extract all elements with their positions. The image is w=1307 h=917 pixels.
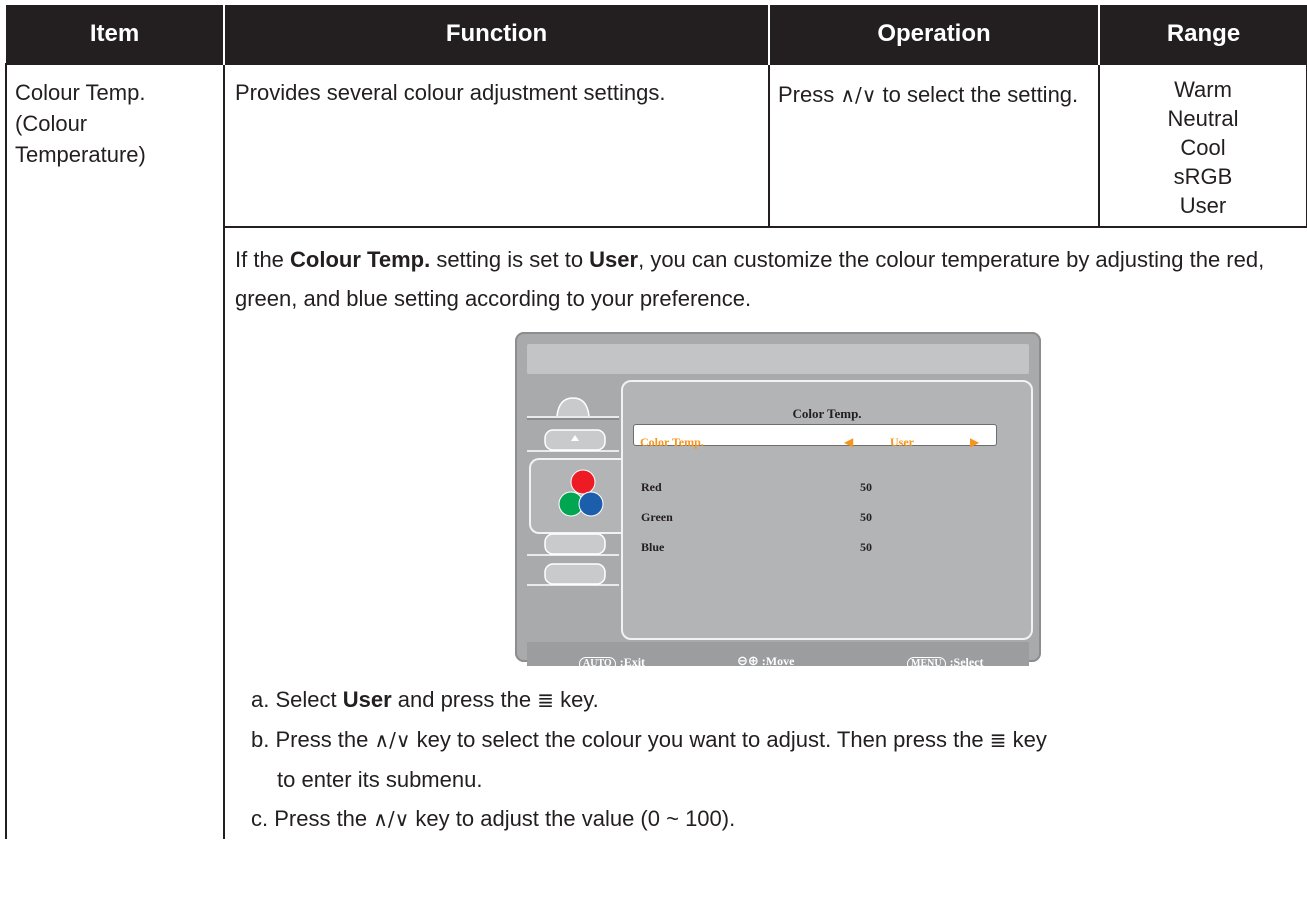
osd-select-hint: MENU:Select	[907, 647, 984, 678]
menu-key-icon: MENU	[907, 657, 946, 671]
range-value: Warm	[1174, 77, 1232, 102]
function-cell: Provides several colour adjustment setti…	[223, 63, 770, 228]
menu-key-icon: ≣	[537, 688, 554, 712]
minus-plus-icon: ⊖⊕	[737, 654, 759, 669]
osd-selected-value: User	[890, 435, 914, 449]
list-item: b. Press the ∧/∨ key to select the colou…	[251, 720, 1307, 760]
exit-label: :Exit	[619, 655, 646, 669]
move-label: :Move	[761, 654, 795, 668]
osd-row-value: 50	[860, 510, 872, 524]
osd-selected-label: Color Temp.	[640, 435, 704, 449]
image-tab-icon	[527, 429, 619, 452]
steps-list: a. Select User and press the ≣ key. b. P…	[251, 680, 1307, 839]
function-text: Provides several colour adjustment setti…	[235, 80, 666, 105]
step-text: b. Press the	[251, 727, 375, 752]
up-down-arrows-icon: ∧/∨	[373, 807, 410, 831]
osd-move-hint: ⊖⊕ :Move	[737, 646, 794, 677]
menu-key-icon: ≣	[989, 728, 1007, 752]
osd-selected-row[interactable]: Color Temp. ◀ User ▶	[633, 424, 997, 449]
intro-text: setting is set to	[430, 247, 590, 272]
rgb-circles-icon	[558, 469, 604, 517]
intro-bold-text: Colour Temp.	[290, 247, 431, 272]
osd-row-label: Blue	[641, 540, 665, 554]
item-cell: Colour Temp. (Colour Temperature)	[5, 63, 225, 839]
operation-text-1: Press	[778, 82, 841, 107]
list-item: to enter its submenu.	[251, 760, 1307, 799]
step-text: key	[1006, 727, 1047, 752]
item-line: (Colour	[15, 111, 88, 136]
up-down-arrows-icon: ∧/∨	[840, 83, 877, 107]
brightness-tab-icon	[527, 397, 619, 420]
header-item: Item	[6, 5, 225, 64]
step-text: key to adjust the value (0 ~ 100).	[409, 806, 736, 831]
osd-setting-tab-icon	[527, 533, 619, 556]
header-function: Function	[224, 5, 770, 64]
osd-row-label: Green	[641, 510, 673, 524]
osd-row-label: Red	[641, 480, 662, 494]
osd-footer: AUTO:Exit ⊖⊕ :Move MENU:Select	[527, 642, 1029, 671]
range-value: User	[1179, 193, 1227, 218]
osd-top-bar	[527, 344, 1029, 374]
select-label: :Select	[949, 655, 984, 669]
system-tab-icon	[527, 563, 619, 586]
color-tab-active	[529, 458, 627, 534]
operation-cell: Press ∧/∨ to select the setting.	[768, 63, 1100, 228]
range-value: sRGB	[1173, 164, 1233, 189]
detail-cell: If the Colour Temp. setting is set to Us…	[223, 226, 1307, 839]
table-row: Colour Temp. (Colour Temperature) Provid…	[5, 63, 1307, 839]
table-header-row: Item Function Operation Range	[6, 5, 1307, 64]
item-line: Temperature)	[15, 142, 146, 167]
osd-main-panel: Color Temp. Color Temp. ◀ User ▶ Red 50 …	[621, 380, 1033, 640]
intro-bold-text: User	[589, 247, 639, 272]
range-value: Cool	[1180, 135, 1226, 160]
range-value: Neutral	[1167, 106, 1239, 131]
step-text: and press the	[391, 687, 538, 712]
osd-row-value: 50	[860, 540, 872, 554]
arrow-right-icon[interactable]: ▶	[970, 427, 979, 458]
osd-menu-screenshot: Color Temp. Color Temp. ◀ User ▶ Red 50 …	[515, 332, 1041, 671]
step-text: c. Press the	[251, 806, 374, 831]
item-line: Colour Temp.	[15, 80, 146, 105]
arrow-left-icon[interactable]: ◀	[844, 427, 853, 458]
osd-exit-hint: AUTO:Exit	[579, 647, 645, 678]
step-text: to enter its submenu.	[277, 767, 483, 792]
intro-text: If the	[235, 247, 291, 272]
auto-key-icon: AUTO	[579, 657, 616, 671]
up-down-arrows-icon: ∧/∨	[374, 728, 411, 752]
list-item: a. Select User and press the ≣ key.	[251, 680, 1307, 720]
step-text: key to select the colour you want to adj…	[410, 727, 990, 752]
step-text: key.	[553, 687, 599, 712]
operation-text-2: to select the setting.	[876, 82, 1079, 107]
header-operation: Operation	[769, 5, 1100, 64]
step-bold-text: User	[342, 687, 392, 712]
detail-intro: If the Colour Temp. setting is set to Us…	[235, 240, 1295, 318]
header-range: Range	[1099, 5, 1307, 64]
range-cell: Warm Neutral Cool sRGB User	[1098, 63, 1307, 228]
list-item: c. Press the ∧/∨ key to adjust the value…	[251, 799, 1307, 839]
osd-row-value: 50	[860, 480, 872, 494]
specification-table: Item Function Operation Range Colour Tem…	[5, 5, 1307, 839]
step-text: a. Select	[251, 687, 343, 712]
